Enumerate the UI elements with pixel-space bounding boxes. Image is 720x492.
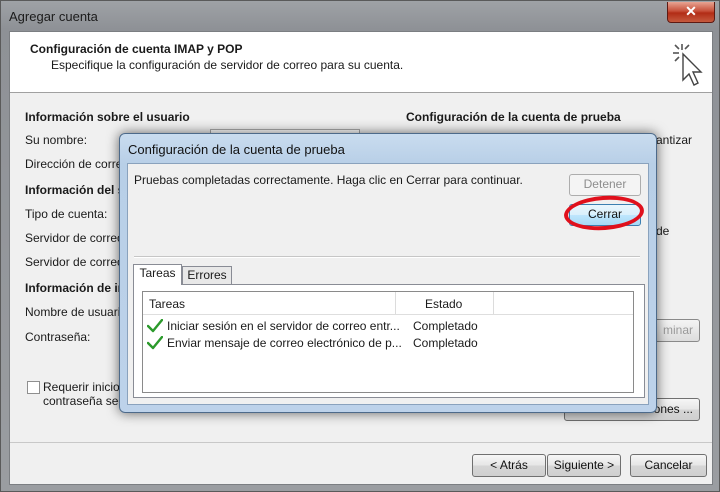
header-title: Configuración de cuenta IMAP y POP <box>30 42 243 56</box>
table-row[interactable]: Enviar mensaje de correo electrónico de … <box>143 335 633 352</box>
dialog-separator <box>134 256 640 258</box>
test-settings-section-title: Configuración de la cuenta de prueba <box>406 110 621 124</box>
wizard-header: Configuración de cuenta IMAP y POP Espec… <box>10 32 712 93</box>
login-info-section-title: Información de ini <box>25 281 129 295</box>
header-subtitle: Especifique la configuración de servidor… <box>51 58 404 72</box>
password-label: Contraseña: <box>25 330 91 344</box>
column-divider[interactable] <box>395 292 396 314</box>
right-text-fragment: antizar <box>656 133 693 147</box>
dialog-client: Pruebas completadas correctamente. Haga … <box>127 163 649 405</box>
tasks-panel: Tareas Estado Iniciar sesión en el servi… <box>133 284 645 398</box>
tasks-list: Tareas Estado Iniciar sesión en el servi… <box>142 291 634 393</box>
name-label: Su nombre: <box>25 133 88 147</box>
column-header-task[interactable]: Tareas <box>149 297 185 311</box>
row-status: Completado <box>413 319 478 333</box>
close-icon: ✕ <box>685 3 697 19</box>
incoming-server-label: Servidor de correo <box>25 231 124 245</box>
server-info-section-title: Información del se <box>25 183 132 197</box>
list-header: Tareas Estado <box>143 292 633 315</box>
tab-errors[interactable]: Errores <box>182 266 232 285</box>
row-task: Iniciar sesión en el servidor de correo … <box>167 319 400 333</box>
cursor-click-icon <box>673 44 703 86</box>
secure-password-label-line1: Requerir inicio <box>43 380 120 394</box>
right-text-fragment-2: de <box>656 224 670 238</box>
cancel-button[interactable]: Cancelar <box>630 454 707 477</box>
secure-password-label-line2: contraseña seg <box>43 394 126 408</box>
more-settings-label: ones ... <box>653 402 693 416</box>
window-close-button[interactable]: ✕ <box>667 2 715 23</box>
secure-password-checkbox[interactable] <box>27 381 40 394</box>
account-type-label: Tipo de cuenta: <box>25 207 108 221</box>
outgoing-server-label: Servidor de correo <box>25 255 124 269</box>
stop-button[interactable]: Detener <box>569 174 641 196</box>
column-header-status[interactable]: Estado <box>425 297 462 311</box>
test-account-dialog: Configuración de la cuenta de prueba Pru… <box>119 133 657 413</box>
highlight-circle <box>562 193 646 233</box>
remove-button-label: minar <box>662 323 693 337</box>
footer-divider <box>10 442 712 443</box>
email-label: Dirección de correo <box>25 157 130 171</box>
green-check-icon <box>147 336 163 350</box>
dialog-title: Configuración de la cuenta de prueba <box>128 142 345 157</box>
row-task: Enviar mensaje de correo electrónico de … <box>167 336 402 350</box>
next-button[interactable]: Siguiente > <box>547 454 621 477</box>
window-title: Agregar cuenta <box>9 9 98 24</box>
back-button[interactable]: < Atrás <box>472 454 546 477</box>
username-label: Nombre de usuario <box>25 305 128 319</box>
column-divider[interactable] <box>493 292 494 314</box>
dialog-message: Pruebas completadas correctamente. Haga … <box>134 173 523 187</box>
green-check-icon <box>147 319 163 333</box>
user-info-section-title: Información sobre el usuario <box>25 110 190 124</box>
table-row[interactable]: Iniciar sesión en el servidor de correo … <box>143 318 633 335</box>
tab-tasks[interactable]: Tareas <box>133 264 182 285</box>
row-status: Completado <box>413 336 478 350</box>
